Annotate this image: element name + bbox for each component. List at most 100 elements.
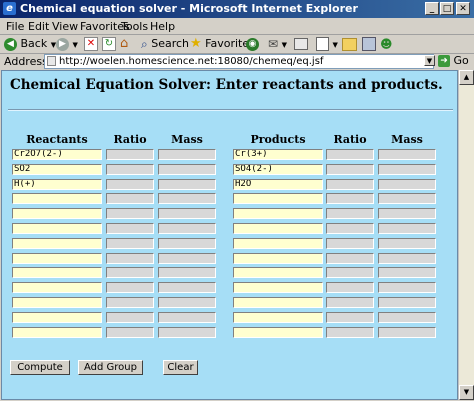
print-button[interactable] (294, 36, 308, 52)
product-name-input[interactable] (233, 282, 323, 293)
product-mass-field[interactable] (378, 223, 436, 234)
reactant-name-input[interactable] (12, 282, 102, 293)
compute-button[interactable]: Compute (10, 360, 70, 375)
reactant-mass-field[interactable] (158, 208, 216, 219)
back-button[interactable]: ◀ Back ▼ (4, 36, 56, 52)
product-name-input[interactable] (233, 327, 323, 338)
reactant-ratio-field[interactable] (106, 282, 154, 293)
reactant-mass-field[interactable] (158, 282, 216, 293)
product-name-input[interactable] (233, 223, 323, 234)
reactant-ratio-field[interactable] (106, 238, 154, 249)
reactant-name-input[interactable]: H(+) (12, 179, 102, 190)
messenger-button[interactable]: ☻ (380, 36, 393, 52)
reactant-name-input[interactable] (12, 193, 102, 204)
maximize-button[interactable]: □ (440, 2, 454, 15)
reactant-mass-field[interactable] (158, 297, 216, 308)
scroll-up-button[interactable]: ▲ (459, 70, 474, 85)
product-ratio-field[interactable] (326, 238, 374, 249)
reactant-ratio-field[interactable] (106, 164, 154, 175)
menu-help[interactable]: Help (150, 20, 175, 33)
clear-button[interactable]: Clear (163, 360, 198, 375)
product-name-input[interactable] (233, 297, 323, 308)
forward-button[interactable]: ▶ ▼ (56, 36, 78, 52)
menu-view[interactable]: View (52, 20, 78, 33)
product-mass-field[interactable] (378, 282, 436, 293)
reactant-mass-field[interactable] (158, 312, 216, 323)
reactant-ratio-field[interactable] (106, 149, 154, 160)
product-mass-field[interactable] (378, 208, 436, 219)
product-name-input[interactable] (233, 238, 323, 249)
product-mass-field[interactable] (378, 164, 436, 175)
product-mass-field[interactable] (378, 238, 436, 249)
edit-button[interactable]: ▼ (316, 36, 338, 52)
folder-button[interactable] (342, 36, 357, 52)
reactant-name-input[interactable] (12, 312, 102, 323)
menu-file[interactable]: File (6, 20, 24, 33)
reactant-name-input[interactable] (12, 223, 102, 234)
product-name-input[interactable] (233, 267, 323, 278)
reactant-ratio-field[interactable] (106, 208, 154, 219)
minimize-button[interactable]: _ (425, 2, 439, 15)
reactant-ratio-field[interactable] (106, 193, 154, 204)
product-ratio-field[interactable] (326, 149, 374, 160)
reactant-mass-field[interactable] (158, 253, 216, 264)
product-mass-field[interactable] (378, 193, 436, 204)
mail-button[interactable]: ✉ ▼ (268, 36, 287, 52)
product-ratio-field[interactable] (326, 327, 374, 338)
product-mass-field[interactable] (378, 253, 436, 264)
product-name-input[interactable] (233, 193, 323, 204)
reactant-mass-field[interactable] (158, 164, 216, 175)
reactant-ratio-field[interactable] (106, 297, 154, 308)
reactant-mass-field[interactable] (158, 238, 216, 249)
reactant-name-input[interactable] (12, 327, 102, 338)
stop-button[interactable]: ✕ (84, 36, 98, 52)
reactant-mass-field[interactable] (158, 223, 216, 234)
reactant-ratio-field[interactable] (106, 267, 154, 278)
go-button[interactable]: ➜ Go (438, 54, 469, 68)
search-button[interactable]: ⌕ Search (141, 36, 189, 52)
reactant-name-input[interactable] (12, 253, 102, 264)
product-mass-field[interactable] (378, 327, 436, 338)
reactant-ratio-field[interactable] (106, 327, 154, 338)
reactant-name-input[interactable] (12, 238, 102, 249)
reactant-name-input[interactable]: SO2 (12, 164, 102, 175)
reactant-ratio-field[interactable] (106, 223, 154, 234)
reactant-ratio-field[interactable] (106, 253, 154, 264)
home-button[interactable]: ⌂ (120, 36, 128, 52)
product-ratio-field[interactable] (326, 193, 374, 204)
product-ratio-field[interactable] (326, 179, 374, 190)
reactant-mass-field[interactable] (158, 267, 216, 278)
product-name-input[interactable] (233, 208, 323, 219)
product-mass-field[interactable] (378, 312, 436, 323)
menu-edit[interactable]: Edit (28, 20, 49, 33)
product-name-input[interactable] (233, 312, 323, 323)
add-group-button[interactable]: Add Group (78, 360, 143, 375)
product-name-input[interactable] (233, 253, 323, 264)
product-name-input[interactable]: SO4(2-) (233, 164, 323, 175)
product-ratio-field[interactable] (326, 223, 374, 234)
product-mass-field[interactable] (378, 149, 436, 160)
refresh-button[interactable]: ↻ (102, 36, 116, 52)
reactant-name-input[interactable] (12, 267, 102, 278)
product-name-input[interactable]: Cr(3+) (233, 149, 323, 160)
product-ratio-field[interactable] (326, 282, 374, 293)
reactant-name-input[interactable] (12, 297, 102, 308)
scroll-down-button[interactable]: ▼ (459, 385, 474, 400)
close-button[interactable]: ✕ (456, 2, 470, 15)
product-ratio-field[interactable] (326, 253, 374, 264)
reactant-name-input[interactable]: Cr2O7(2-) (12, 149, 102, 160)
product-mass-field[interactable] (378, 179, 436, 190)
menu-tools[interactable]: Tools (121, 20, 148, 33)
product-ratio-field[interactable] (326, 297, 374, 308)
media-button[interactable]: ◉ (246, 36, 259, 52)
address-dropdown-button[interactable]: ▼ (424, 55, 435, 66)
product-name-input[interactable]: H2O (233, 179, 323, 190)
vertical-scrollbar[interactable]: ▲ ▼ (458, 70, 474, 400)
product-ratio-field[interactable] (326, 208, 374, 219)
product-ratio-field[interactable] (326, 312, 374, 323)
reactant-mass-field[interactable] (158, 179, 216, 190)
address-input[interactable]: http://woelen.homescience.net:18080/chem… (44, 54, 434, 69)
product-mass-field[interactable] (378, 267, 436, 278)
product-ratio-field[interactable] (326, 267, 374, 278)
reactant-mass-field[interactable] (158, 149, 216, 160)
